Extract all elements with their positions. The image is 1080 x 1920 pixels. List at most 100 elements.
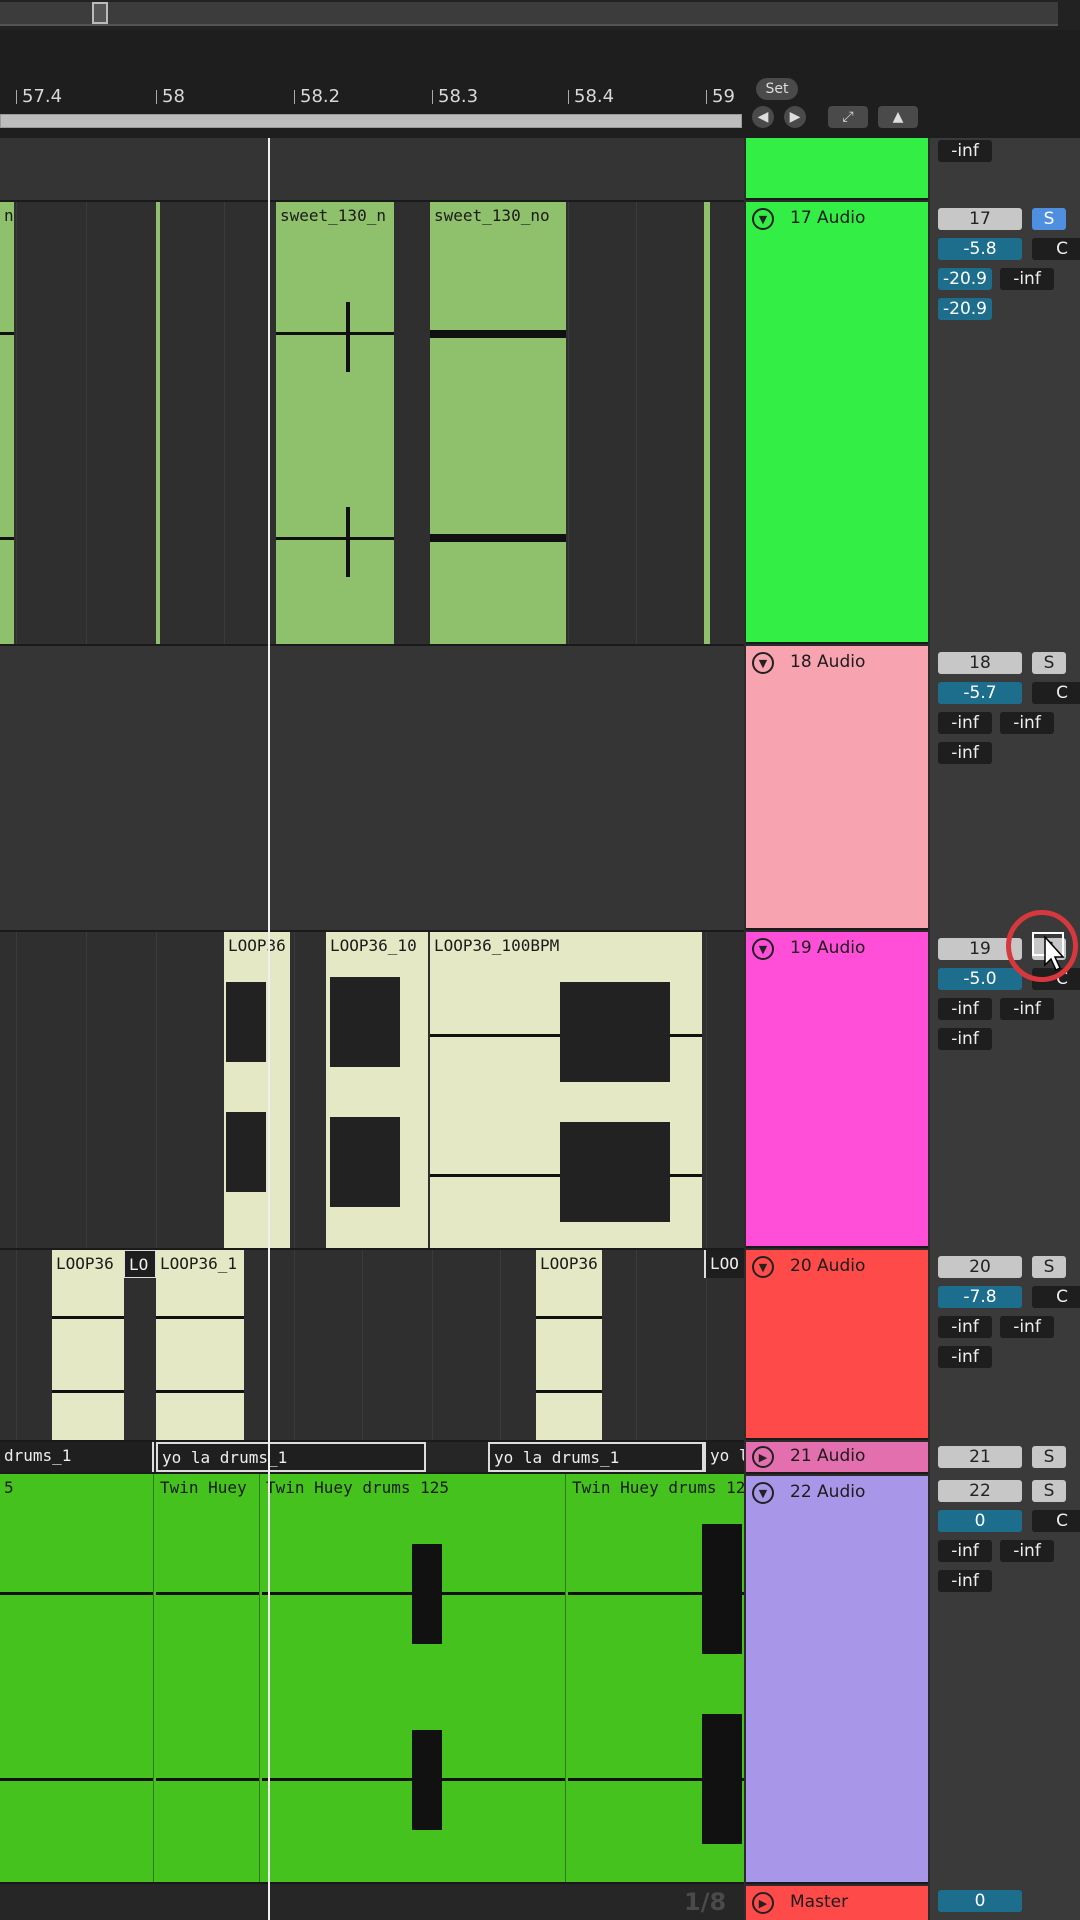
audio-clip[interactable]: yo la drums_1 <box>156 1442 426 1472</box>
track-name[interactable]: 20 Audio <box>790 1256 865 1276</box>
track-name[interactable]: 18 Audio <box>790 652 865 672</box>
audio-clip[interactable]: no <box>0 202 14 644</box>
track-header-22[interactable]: ▼ 22 Audio <box>746 1476 928 1884</box>
audio-clip[interactable]: Twin Huey drums 125 <box>262 1474 566 1882</box>
audio-clip[interactable]: LOOP36 <box>536 1250 602 1440</box>
fold-icon[interactable]: ▶ <box>752 1446 774 1468</box>
arrangement-overview[interactable] <box>0 0 1080 30</box>
track-name[interactable]: Master <box>790 1892 848 1912</box>
volume-field[interactable]: -7.8 <box>938 1286 1022 1308</box>
lane-17[interactable]: no sweet_130_n sweet_130_no <box>0 202 744 646</box>
track-number[interactable]: 18 <box>938 652 1022 674</box>
track-header-18[interactable]: ▼ 18 Audio <box>746 646 928 930</box>
overview-scroll-thumb[interactable] <box>92 2 108 24</box>
set-locator-button[interactable]: Set <box>756 78 798 100</box>
master-volume-field[interactable]: 0 <box>938 1890 1022 1912</box>
audio-clip[interactable]: LOOP36 <box>52 1250 124 1440</box>
track-name[interactable]: 21 Audio <box>790 1446 865 1466</box>
send-c-field[interactable]: -inf <box>938 1346 992 1368</box>
send-a-field[interactable]: -inf <box>938 712 992 734</box>
track-name[interactable]: 19 Audio <box>790 938 865 958</box>
send-a-field[interactable]: -inf <box>938 998 992 1020</box>
send-b-field[interactable]: -inf <box>1000 1540 1054 1562</box>
solo-button[interactable]: S <box>1032 652 1066 674</box>
solo-button[interactable]: S <box>1032 208 1066 230</box>
lane-20[interactable]: LOOP36 LO LOOP36_1 LOOP36 LOO <box>0 1250 744 1442</box>
lane-21[interactable]: drums_1 yo la drums_1 yo la drums_1 yo l… <box>0 1442 744 1474</box>
lock-button[interactable]: ▲ <box>878 106 918 128</box>
lane-top[interactable] <box>0 138 744 202</box>
prev-locator-button[interactable]: ◀ <box>752 106 774 128</box>
lane-22[interactable]: 5 Twin Huey Twin Huey drums 125 Twin Hue… <box>0 1474 744 1884</box>
audio-clip[interactable]: LOOP36_100BPM <box>430 932 702 1248</box>
send-b-field[interactable]: -inf <box>1000 1316 1054 1338</box>
volume-field[interactable]: 0 <box>938 1510 1022 1532</box>
audio-clip[interactable]: yo la drums_1 <box>488 1442 704 1472</box>
send-a-field[interactable]: -inf <box>938 1540 992 1562</box>
audio-clip[interactable]: 5 <box>0 1474 154 1882</box>
send-c-field[interactable]: -20.9 <box>938 298 992 320</box>
track-number[interactable]: 21 <box>938 1446 1022 1468</box>
audio-clip[interactable] <box>704 202 710 644</box>
audio-clip[interactable]: LO <box>124 1250 156 1278</box>
expand-button[interactable]: ⤢ <box>828 106 868 128</box>
playhead[interactable] <box>268 138 270 1920</box>
fold-icon[interactable]: ▼ <box>752 1482 774 1504</box>
track-number[interactable]: 17 <box>938 208 1022 230</box>
send-c-field[interactable]: -inf <box>938 742 992 764</box>
send-c-field[interactable]: -inf <box>938 1028 992 1050</box>
send-b-field[interactable]: -inf <box>1000 712 1054 734</box>
audio-clip[interactable]: LOOP36 <box>224 932 290 1248</box>
track-name[interactable]: 17 Audio <box>790 208 865 228</box>
audio-clip[interactable]: drums_1 <box>0 1442 154 1472</box>
track-header-19[interactable]: ▼ 19 Audio <box>746 932 928 1248</box>
track-name[interactable]: 22 Audio <box>790 1482 865 1502</box>
track-header-20[interactable]: ▼ 20 Audio <box>746 1250 928 1440</box>
fold-icon[interactable]: ▼ <box>752 938 774 960</box>
arrow-left-icon: ◀ <box>757 109 769 125</box>
pan-field[interactable]: C <box>1032 1510 1080 1532</box>
fold-icon[interactable]: ▼ <box>752 208 774 230</box>
next-locator-button[interactable]: ▶ <box>784 106 806 128</box>
track-header-top[interactable] <box>746 138 928 200</box>
bar-label: 58.2 <box>300 86 341 107</box>
fold-icon[interactable]: ▼ <box>752 652 774 674</box>
arrangement-view[interactable]: no sweet_130_n sweet_130_no LOOP36 LOOP3… <box>0 138 744 1920</box>
send-a-field[interactable]: -inf <box>938 1316 992 1338</box>
pan-field[interactable]: C <box>1032 238 1080 260</box>
send-b-field[interactable]: -inf <box>1000 268 1054 290</box>
beat-time-ruler[interactable]: 57.4 58 58.2 58.3 58.4 59 Set ◀ ▶ ⤢ ▲ <box>0 30 1080 138</box>
overview-strip[interactable] <box>0 2 1058 26</box>
solo-button[interactable]: S <box>1032 1446 1066 1468</box>
track-header-17[interactable]: ▼ 17 Audio <box>746 202 928 644</box>
loop-brace[interactable] <box>0 114 742 128</box>
volume-field[interactable]: -5.0 <box>938 968 1022 990</box>
lane-19[interactable]: LOOP36 LOOP36_10 LOOP36_100BPM <box>0 932 744 1250</box>
audio-clip[interactable] <box>156 202 160 644</box>
pan-field[interactable]: C <box>1032 1286 1080 1308</box>
send-c-field[interactable]: -inf <box>938 1570 992 1592</box>
lane-18[interactable] <box>0 646 744 932</box>
solo-button[interactable]: S <box>1032 1480 1066 1502</box>
track-number[interactable]: 20 <box>938 1256 1022 1278</box>
audio-clip[interactable]: LOOP36_10 <box>326 932 428 1248</box>
fold-icon[interactable]: ▶ <box>752 1892 774 1914</box>
solo-button[interactable]: S <box>1032 1256 1066 1278</box>
send-b-field[interactable]: -inf <box>1000 998 1054 1020</box>
track-header-master[interactable]: ▶ Master <box>746 1886 928 1920</box>
track-number[interactable]: 22 <box>938 1480 1022 1502</box>
volume-field[interactable]: -5.8 <box>938 238 1022 260</box>
pan-field[interactable]: C <box>1032 682 1080 704</box>
audio-clip[interactable]: sweet_130_no <box>430 202 566 644</box>
track-header-21[interactable]: ▶ 21 Audio <box>746 1442 928 1474</box>
audio-clip[interactable]: Twin Huey <box>156 1474 260 1882</box>
volume-field[interactable]: -5.7 <box>938 682 1022 704</box>
audio-clip[interactable]: LOOP36_1 <box>156 1250 244 1440</box>
fold-icon[interactable]: ▼ <box>752 1256 774 1278</box>
audio-clip[interactable]: yo la <box>704 1442 744 1472</box>
audio-clip[interactable]: sweet_130_n <box>276 202 394 644</box>
send-a-field[interactable]: -20.9 <box>938 268 992 290</box>
lane-master[interactable]: 1/8 <box>0 1884 744 1920</box>
audio-clip[interactable]: LOO <box>704 1250 744 1278</box>
audio-clip[interactable]: Twin Huey drums 12 <box>568 1474 744 1882</box>
